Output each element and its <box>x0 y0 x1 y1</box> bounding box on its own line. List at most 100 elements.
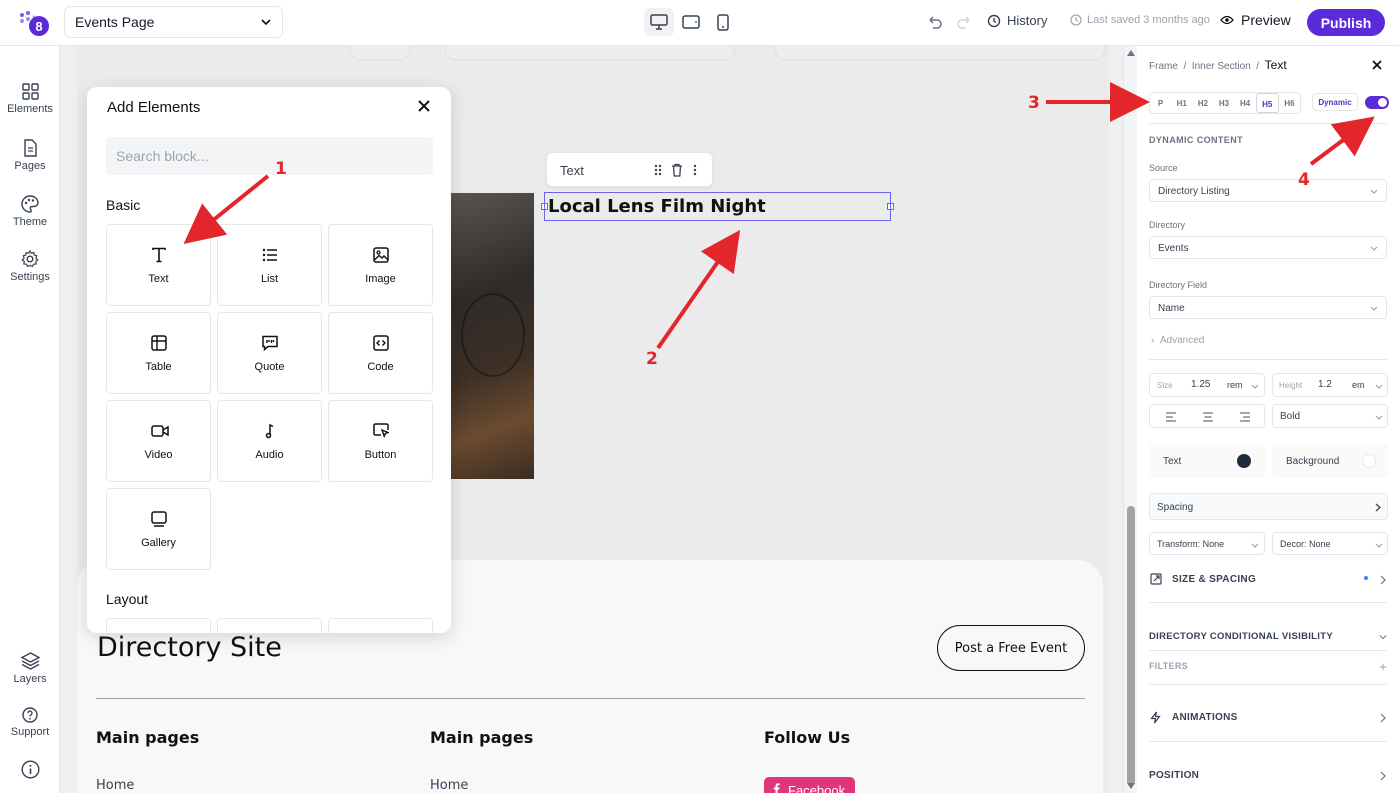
footer-col-heading: Main pages <box>96 728 200 747</box>
element-tile-button[interactable]: Button <box>328 400 433 482</box>
history-button[interactable]: History <box>987 13 1047 28</box>
last-saved-status: Last saved 3 months ago <box>1070 14 1210 26</box>
text-transform-select[interactable]: Transform: None <box>1149 532 1265 555</box>
close-icon[interactable] <box>417 99 431 113</box>
element-tile-gallery[interactable]: Gallery <box>106 488 211 570</box>
tag-h4[interactable]: H4 <box>1235 93 1256 113</box>
divider <box>1149 741 1387 742</box>
chevron-down-icon <box>1375 543 1383 548</box>
background-color-swatch[interactable] <box>1362 454 1376 468</box>
heading-tag-selector: P H1 H2 H3 H4 H5 H6 <box>1149 92 1301 114</box>
facebook-button[interactable]: Facebook <box>764 777 855 793</box>
directory-field-select[interactable]: Name <box>1149 296 1387 319</box>
size-unit: rem <box>1227 380 1243 390</box>
footer-link-home[interactable]: Home <box>430 778 468 793</box>
sidebar-item-layers[interactable]: Layers <box>0 652 60 685</box>
font-size-field[interactable]: Size 1.25 rem <box>1149 373 1265 397</box>
dynamic-toggle[interactable] <box>1365 96 1389 109</box>
footer-link-home[interactable]: Home <box>96 778 134 793</box>
source-value: Directory Listing <box>1158 186 1230 197</box>
selected-heading-text[interactable]: Local Lens Film Night <box>544 192 891 221</box>
grid-icon <box>21 83 39 100</box>
sidebar-item-settings[interactable]: Settings <box>0 250 60 283</box>
scroll-up-icon[interactable] <box>1127 50 1135 56</box>
desktop-view-button[interactable] <box>644 8 674 36</box>
sidebar-item-label: Theme <box>12 216 48 228</box>
sidebar-item-pages[interactable]: Pages <box>0 139 60 172</box>
page-icon <box>23 139 37 157</box>
trash-icon[interactable] <box>671 163 683 177</box>
search-block-input[interactable] <box>106 137 433 175</box>
close-icon[interactable] <box>1371 59 1383 71</box>
code-icon <box>373 335 389 351</box>
breadcrumb-inner-section[interactable]: Inner Section <box>1192 61 1251 72</box>
text-color-swatch[interactable] <box>1237 454 1251 468</box>
element-tile-code[interactable]: Code <box>328 312 433 394</box>
position-section[interactable]: POSITION <box>1149 770 1387 781</box>
scroll-thumb[interactable] <box>1127 506 1135 786</box>
layout-tile[interactable] <box>106 618 211 633</box>
source-select[interactable]: Directory Listing <box>1149 179 1387 202</box>
plus-icon[interactable] <box>1379 662 1387 672</box>
align-center-icon[interactable] <box>1202 412 1214 422</box>
align-left-icon[interactable] <box>1165 412 1177 422</box>
spacing-row[interactable]: Spacing <box>1149 493 1388 520</box>
breadcrumb-frame[interactable]: Frame <box>1149 61 1178 72</box>
publish-button[interactable]: Publish <box>1307 9 1385 36</box>
chevron-down-icon <box>261 19 271 26</box>
align-right-icon[interactable] <box>1239 412 1251 422</box>
tag-h6[interactable]: H6 <box>1279 93 1300 113</box>
text-color-label: Text <box>1163 456 1182 467</box>
element-tile-audio[interactable]: Audio <box>217 400 322 482</box>
element-tile-video[interactable]: Video <box>106 400 211 482</box>
more-vertical-icon[interactable] <box>693 163 697 177</box>
advanced-toggle[interactable]: › Advanced <box>1151 335 1204 346</box>
page-select[interactable]: Events Page <box>64 6 283 38</box>
element-tile-text[interactable]: Text <box>106 224 211 306</box>
mobile-view-button[interactable] <box>708 8 738 36</box>
directory-value: Events <box>1158 243 1189 254</box>
sidebar-item-info[interactable] <box>0 760 60 782</box>
tag-h5[interactable]: H5 <box>1255 93 1279 113</box>
background-color-field[interactable]: Background <box>1272 444 1388 478</box>
divider <box>1149 650 1387 651</box>
chevron-down-icon <box>1370 306 1378 311</box>
layout-tile[interactable] <box>217 618 322 633</box>
scroll-down-icon[interactable] <box>1127 783 1135 789</box>
sidebar-item-elements[interactable]: Elements <box>0 83 60 115</box>
footer-col-heading: Follow Us <box>764 728 851 747</box>
layout-tile[interactable] <box>328 618 433 633</box>
conditional-visibility-section[interactable]: DIRECTORY CONDITIONAL VISIBILITY <box>1149 631 1387 642</box>
tag-h3[interactable]: H3 <box>1213 93 1234 113</box>
tag-p[interactable]: P <box>1150 93 1171 113</box>
element-tile-image[interactable]: Image <box>328 224 433 306</box>
gear-icon <box>21 250 39 268</box>
filters-section[interactable]: FILTERS <box>1149 661 1387 671</box>
tablet-view-button[interactable] <box>676 8 706 36</box>
font-weight-select[interactable]: Bold <box>1272 404 1388 428</box>
tag-h1[interactable]: H1 <box>1171 93 1192 113</box>
preview-button[interactable]: Preview <box>1220 12 1291 28</box>
event-photo[interactable] <box>451 193 534 479</box>
app-logo-icon[interactable]: 8 <box>17 9 51 37</box>
image-icon <box>373 247 389 263</box>
tag-h2[interactable]: H2 <box>1192 93 1213 113</box>
footer-site-title: Directory Site <box>97 632 282 663</box>
directory-select[interactable]: Events <box>1149 236 1387 259</box>
element-tile-quote[interactable]: Quote <box>217 312 322 394</box>
line-height-field[interactable]: Height 1.2 em <box>1272 373 1388 397</box>
post-free-event-button[interactable]: Post a Free Event <box>937 625 1085 671</box>
sidebar-item-label: Pages <box>14 160 46 172</box>
redo-icon[interactable] <box>955 13 973 31</box>
text-decoration-select[interactable]: Decor: None <box>1272 532 1388 555</box>
sidebar-item-theme[interactable]: Theme <box>0 195 60 228</box>
sidebar-item-support[interactable]: Support <box>0 707 60 738</box>
element-tile-table[interactable]: Table <box>106 312 211 394</box>
text-color-field[interactable]: Text <box>1149 444 1265 478</box>
audio-icon <box>265 423 274 439</box>
drag-handle-icon[interactable] <box>653 163 663 177</box>
modified-dot <box>1364 576 1368 580</box>
canvas-scrollbar[interactable] <box>1123 46 1137 793</box>
element-tile-list[interactable]: List <box>217 224 322 306</box>
undo-icon[interactable] <box>926 13 944 31</box>
